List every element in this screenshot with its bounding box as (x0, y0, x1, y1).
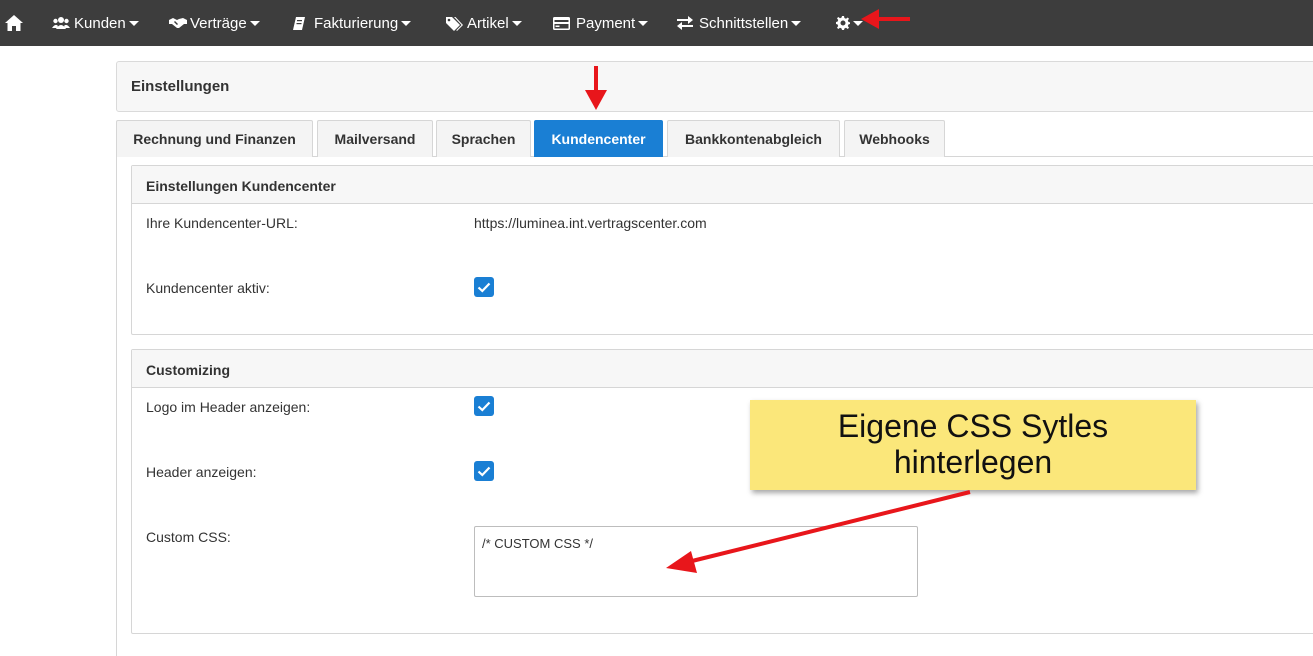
annotation-line-2: hinterlegen (893, 444, 1053, 480)
tab-rechnung-und-finanzen[interactable]: Rechnung und Finanzen (116, 120, 313, 157)
exchange-icon (677, 16, 693, 30)
kundencenter-settings-card: Einstellungen Kundencenter (131, 165, 1313, 335)
nav-artikel[interactable]: Artikel (445, 0, 522, 46)
checkmark-icon (477, 466, 491, 477)
tab-kundencenter[interactable]: Kundencenter (534, 120, 663, 157)
tab-mailversand[interactable]: Mailversand (317, 120, 433, 157)
tab-webhooks[interactable]: Webhooks (844, 120, 945, 157)
checkmark-icon (477, 401, 491, 412)
custom-css-label: Custom CSS: (146, 529, 231, 545)
kundencenter-url-label: Ihre Kundencenter-URL: (146, 215, 298, 231)
tab-sprachen[interactable]: Sprachen (436, 120, 531, 157)
header-anzeigen-label: Header anzeigen: (146, 464, 257, 480)
nav-fakturierung-label: Fakturierung (314, 14, 399, 32)
chevron-down-icon (249, 20, 260, 26)
kundencenter-url-value: https://luminea.int.vertragscenter.com (474, 215, 707, 231)
nav-schnittstellen[interactable]: Schnittstellen (677, 0, 802, 46)
custom-css-textarea[interactable]: /* CUSTOM CSS */ (474, 526, 918, 597)
top-navbar: Kunden Verträge Fakturierung Artikel Pay… (0, 0, 1313, 46)
chevron-down-icon (511, 20, 522, 26)
nav-payment[interactable]: Payment (553, 0, 649, 46)
nav-vertraege[interactable]: Verträge (168, 0, 260, 46)
chevron-down-icon (853, 20, 863, 26)
users-icon (52, 17, 70, 29)
kundencenter-settings-heading: Einstellungen Kundencenter (132, 166, 1313, 204)
nav-payment-label: Payment (576, 14, 636, 32)
nav-artikel-label: Artikel (467, 14, 509, 32)
nav-schnittstellen-label: Schnittstellen (699, 14, 789, 32)
chevron-down-icon (791, 20, 802, 26)
logo-header-label: Logo im Header anzeigen: (146, 399, 311, 415)
nav-fakturierung[interactable]: Fakturierung (292, 0, 412, 46)
nav-kunden[interactable]: Kunden (52, 0, 139, 46)
settings-tabs: Rechnung und Finanzen Mailversand Sprach… (116, 120, 1313, 157)
handshake-icon (169, 18, 187, 28)
header-anzeigen-checkbox[interactable] (474, 461, 494, 481)
logo-header-checkbox[interactable] (474, 396, 494, 416)
chevron-down-icon (401, 20, 412, 26)
kundencenter-aktiv-label: Kundencenter aktiv: (146, 280, 270, 296)
settings-nav-button[interactable] (836, 0, 863, 46)
home-nav-button[interactable] (4, 0, 24, 46)
page-title: Einstellungen (131, 78, 230, 95)
credit-card-icon (553, 16, 570, 30)
document-icon (293, 16, 305, 30)
chevron-down-icon (128, 20, 139, 26)
tab-bankkontenabgleich[interactable]: Bankkontenabgleich (667, 120, 840, 157)
nav-kunden-label: Kunden (74, 14, 126, 32)
home-icon (5, 15, 23, 31)
tags-icon (446, 16, 463, 31)
page-title-panel: Einstellungen (116, 61, 1313, 112)
nav-vertraege-label: Verträge (190, 14, 247, 32)
checkmark-icon (477, 282, 491, 293)
chevron-down-icon (638, 20, 649, 26)
gear-icon (836, 16, 850, 30)
annotation-callout: Eigene CSS Sytles hinterlegen (750, 400, 1196, 490)
customizing-heading: Customizing (132, 350, 1313, 388)
annotation-line-1: Eigene CSS Sytles (837, 408, 1109, 444)
kundencenter-aktiv-checkbox[interactable] (474, 277, 494, 297)
